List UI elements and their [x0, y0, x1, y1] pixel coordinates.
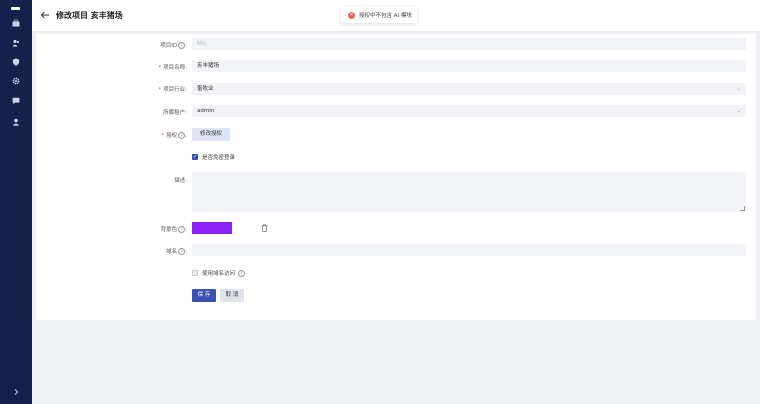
- theme-color-label: 背景色?:: [160, 226, 187, 233]
- save-button[interactable]: 保 存: [192, 289, 216, 302]
- domain-label: 域名?:: [166, 248, 187, 255]
- tenant-label: 所属租户:: [163, 110, 187, 116]
- edit-license-button[interactable]: 修改授权: [192, 128, 230, 141]
- message-icon[interactable]: [12, 97, 20, 105]
- sidebar: [0, 0, 32, 404]
- help-icon[interactable]: ?: [238, 269, 246, 277]
- project-id-input[interactable]: Mio: [192, 38, 746, 50]
- chevron-down-icon: ⌄: [735, 107, 741, 114]
- toast-message: 授权中不包含 AI 模块: [359, 13, 412, 19]
- error-toast: × 授权中不包含 AI 模块: [341, 7, 417, 23]
- checkbox-checked-icon: ✓: [192, 154, 198, 160]
- color-swatch[interactable]: [192, 222, 232, 234]
- resize-handle-icon[interactable]: [740, 206, 745, 211]
- help-icon[interactable]: ?: [178, 226, 186, 233]
- project-name-label: * 项目名称:: [158, 65, 187, 71]
- user-icon[interactable]: [12, 118, 20, 126]
- checkbox-unchecked-icon: [192, 270, 198, 276]
- trash-icon[interactable]: [261, 224, 268, 232]
- cancel-button[interactable]: 取 消: [220, 289, 244, 302]
- shield-icon[interactable]: [12, 58, 20, 66]
- help-icon[interactable]: ?: [178, 248, 186, 255]
- description-textarea[interactable]: [192, 172, 746, 212]
- industry-select[interactable]: 畜牧业 ⌄: [192, 83, 746, 95]
- project-name-input[interactable]: 亥丰猪场: [192, 60, 746, 72]
- chevron-down-icon: ⌄: [735, 85, 741, 92]
- form-card: 项目ID?: Mio * 项目名称: 亥丰猪场 * 项目行业: 畜牧业 ⌄ 所属租户…: [36, 34, 756, 320]
- gear-icon[interactable]: [12, 77, 20, 85]
- use-domain-checkbox[interactable]: 使用域名访问 ?: [192, 269, 246, 277]
- help-icon[interactable]: ?: [178, 132, 186, 139]
- briefcase-icon[interactable]: [12, 19, 20, 27]
- allow-anonymous-checkbox[interactable]: ✓ 是否免密登录: [192, 153, 235, 161]
- domain-input[interactable]: [192, 244, 746, 256]
- tenant-select[interactable]: admin ⌄: [192, 105, 746, 117]
- page-title: 修改项目 亥丰猪场: [56, 11, 123, 20]
- logo: [11, 7, 20, 10]
- help-icon[interactable]: ?: [178, 42, 186, 49]
- error-icon: ×: [348, 11, 355, 19]
- description-label: 描述:: [174, 178, 187, 184]
- project-id-label: 项目ID?:: [160, 42, 187, 49]
- users-icon[interactable]: [12, 39, 20, 47]
- chevron-right-icon[interactable]: [12, 388, 20, 396]
- industry-label: * 项目行业:: [158, 87, 187, 93]
- license-label: * 授权?:: [161, 132, 187, 139]
- back-arrow-icon[interactable]: [40, 10, 50, 20]
